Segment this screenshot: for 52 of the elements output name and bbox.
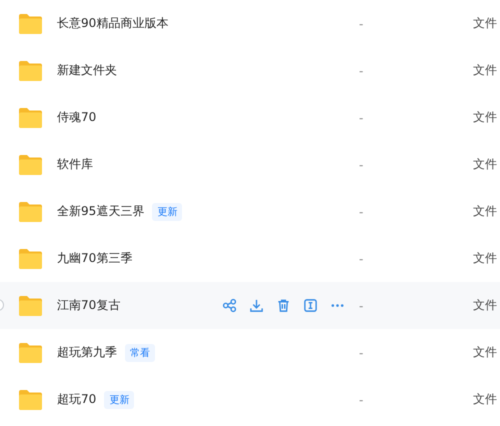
file-row[interactable]: 软件库 - 文件: [0, 141, 500, 188]
file-size: -: [359, 252, 364, 266]
file-size: -: [359, 64, 364, 78]
file-row[interactable]: 九幽70第三季 - 文件: [0, 235, 500, 282]
file-tag: 更新: [104, 390, 134, 408]
file-name[interactable]: 长意90精品商业版本: [57, 15, 168, 32]
share-icon[interactable]: [222, 298, 237, 313]
rename-icon[interactable]: [303, 298, 318, 313]
file-size: -: [359, 392, 364, 406]
file-row[interactable]: 超玩70 更新 - 文件: [0, 376, 500, 423]
file-type: 文件: [473, 203, 498, 220]
file-name[interactable]: 软件库: [57, 156, 93, 173]
file-type: 文件: [473, 391, 498, 408]
file-row[interactable]: 侍魂70 - 文件: [0, 94, 500, 141]
file-tag: 更新: [152, 202, 182, 220]
file-row[interactable]: 超玩第九季 常看 - 文件: [0, 329, 500, 376]
file-type: 文件: [473, 297, 498, 314]
file-size: -: [359, 346, 364, 360]
folder-icon: [18, 388, 43, 410]
folder-icon: [18, 12, 43, 34]
file-row[interactable]: 全新95遮天三界 更新 - 文件: [0, 188, 500, 235]
file-name[interactable]: 新建文件夹: [57, 62, 117, 79]
folder-icon: [18, 106, 43, 128]
file-type: 文件: [473, 109, 498, 126]
file-type: 文件: [473, 156, 498, 173]
trash-icon[interactable]: [276, 298, 291, 313]
file-name[interactable]: 侍魂70: [57, 109, 96, 126]
file-tag: 常看: [125, 344, 155, 362]
file-type: 文件: [473, 344, 498, 361]
file-type: 文件: [473, 62, 498, 79]
file-name[interactable]: 九幽70第三季: [57, 250, 132, 267]
folder-icon: [18, 60, 43, 82]
file-name[interactable]: 超玩70: [57, 391, 96, 408]
file-row[interactable]: 新建文件夹 - 文件: [0, 47, 500, 94]
folder-icon: [18, 154, 43, 176]
file-name[interactable]: 江南70复古: [57, 297, 120, 314]
folder-icon: [18, 342, 43, 364]
file-size: -: [359, 158, 364, 172]
download-icon[interactable]: [249, 298, 264, 313]
file-row[interactable]: 长意90精品商业版本 - 文件: [0, 0, 500, 47]
folder-icon: [18, 294, 43, 316]
folder-icon: [18, 200, 43, 222]
file-type: 文件: [473, 250, 498, 267]
file-name[interactable]: 全新95遮天三界: [57, 203, 144, 220]
folder-icon: [18, 248, 43, 270]
file-name[interactable]: 超玩第九季: [57, 344, 117, 361]
file-size: -: [359, 298, 364, 312]
file-size: -: [359, 204, 364, 218]
file-size: -: [359, 110, 364, 124]
file-row[interactable]: 江南70复古 - 文件: [0, 282, 500, 329]
file-size: -: [359, 16, 364, 30]
file-type: 文件: [473, 15, 498, 32]
